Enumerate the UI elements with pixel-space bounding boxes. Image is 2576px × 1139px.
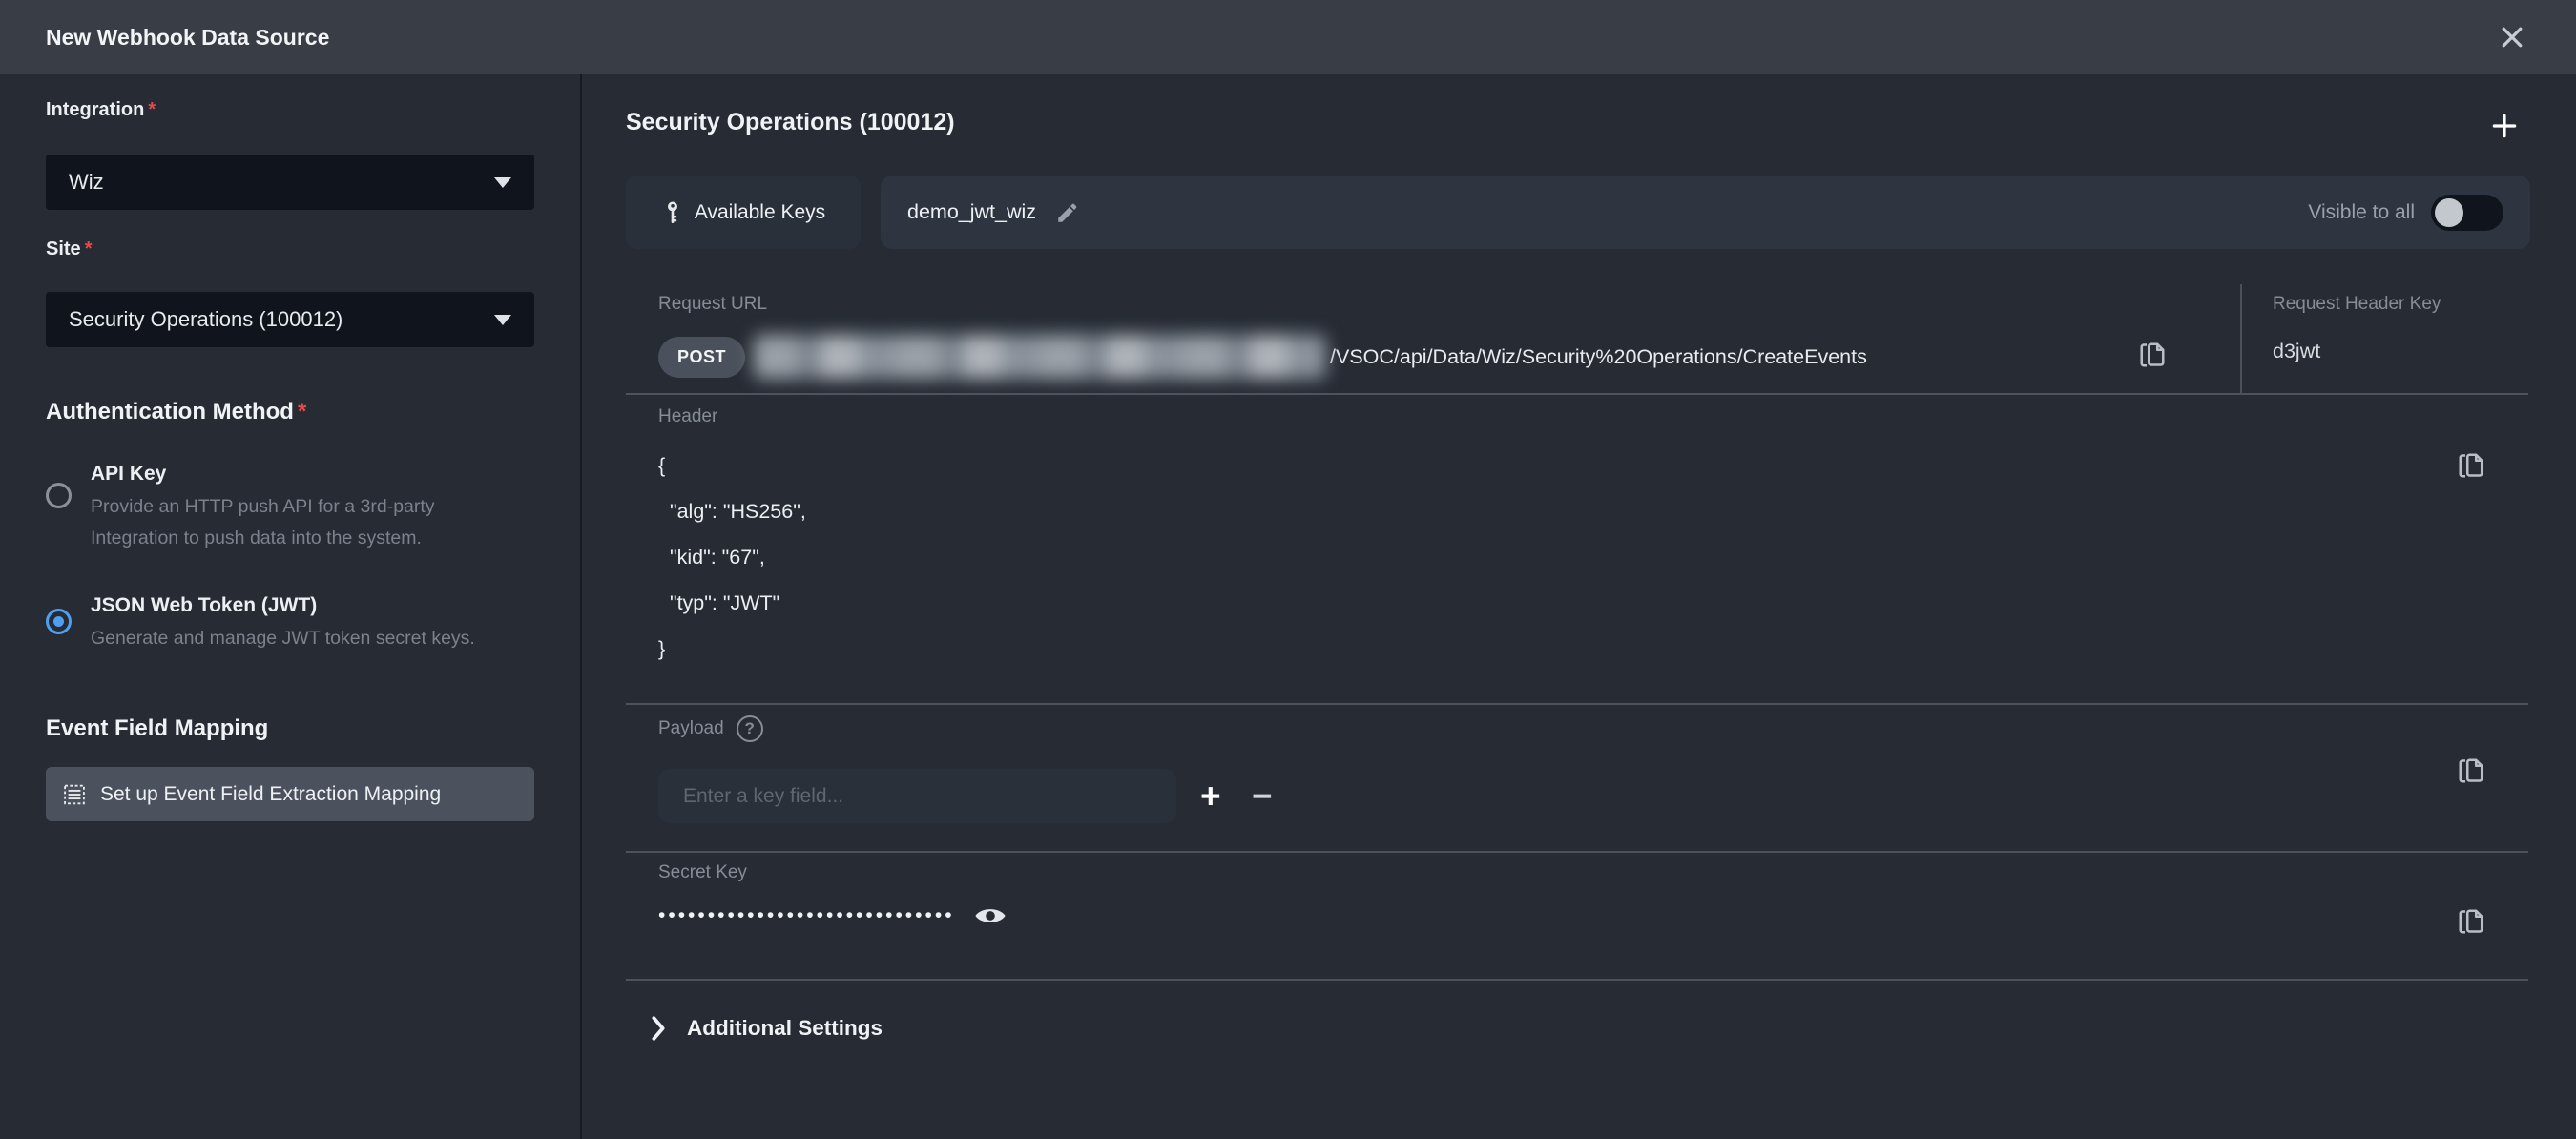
secret-key-row: •••••••••••••••••••••••••••••• [658,893,1007,939]
json-line: "typ": "JWT" [658,580,806,626]
help-icon[interactable]: ? [737,715,763,742]
required-marker: * [298,399,306,425]
radio-dot [53,616,64,627]
auth-option-api-key[interactable]: API Key Provide an HTTP push API for a 3… [46,460,523,554]
setup-button-label: Set up Event Field Extraction Mapping [100,783,441,806]
chevron-down-icon [494,315,511,325]
jwt-header-json: { "alg": "HS256", "kid": "67", "typ": "J… [658,443,806,672]
available-keys-tab[interactable]: Available Keys [626,176,861,249]
reveal-secret-eye-icon[interactable] [974,904,1007,927]
request-url-path: /VSOC/api/Data/Wiz/Security%20Operations… [1330,345,1867,369]
http-method-badge: POST [658,337,745,378]
webhook-detail-panel: Security Operations (100012) Available K… [582,74,2576,1139]
chevron-right-icon [651,1015,666,1042]
auth-option-title: JSON Web Token (JWT) [91,591,475,620]
integration-select-value: Wiz [69,170,104,195]
json-line: } [658,626,806,672]
site-select[interactable]: Security Operations (100012) [46,292,534,347]
authentication-method-heading: Authentication Method* [46,399,306,425]
secret-key-label: Secret Key [658,862,747,883]
integration-select[interactable]: Wiz [46,155,534,210]
section-divider [626,851,2528,853]
site-select-value: Security Operations (100012) [69,307,343,332]
visible-to-all-toggle[interactable] [2431,195,2503,231]
close-icon[interactable] [2494,19,2530,55]
table-grid-icon [61,781,88,808]
visible-to-all-label: Visible to all [2308,201,2415,224]
payload-key-field-input[interactable] [658,769,1176,823]
request-section-divider [2240,284,2242,395]
copy-secret-key-icon[interactable] [2454,904,2488,939]
copy-request-url-icon[interactable] [2135,338,2170,372]
add-key-icon[interactable] [2485,107,2524,145]
auth-option-jwt[interactable]: JSON Web Token (JWT) Generate and manage… [46,591,523,654]
chevron-down-icon [494,177,511,188]
key-icon [661,200,684,225]
jwt-header-label: Header [658,406,717,427]
masked-secret-value: •••••••••••••••••••••••••••••• [658,904,955,927]
copy-payload-icon[interactable] [2454,754,2488,788]
toggle-knob [2435,198,2463,227]
additional-settings-label: Additional Settings [687,1016,883,1041]
json-line: "alg": "HS256", [658,488,806,534]
request-header-key-label: Request Header Key [2273,294,2441,315]
new-webhook-data-source-dialog: New Webhook Data Source Integration* Wiz… [0,0,2576,1139]
section-divider [626,703,2528,705]
config-sidebar: Integration* Wiz Site* Security Operatio… [0,74,580,1139]
edit-key-name-icon[interactable] [1055,200,1080,225]
event-field-mapping-heading: Event Field Mapping [46,715,268,742]
additional-settings-expander[interactable]: Additional Settings [651,1015,883,1042]
request-header-key-value: d3jwt [2273,340,2320,363]
required-marker: * [148,99,156,120]
remove-payload-field-button[interactable]: − [1252,769,1273,823]
radio-selected-icon[interactable] [46,609,72,634]
dialog-titlebar: New Webhook Data Source [0,0,2576,74]
request-url-row: POST /VSOC/api/Data/Wiz/Security%20Opera… [658,332,1867,382]
request-url-label: Request URL [658,294,767,315]
integration-label: Integration* [46,99,156,121]
copy-header-icon[interactable] [2454,448,2488,483]
section-divider [626,393,2528,395]
dialog-title: New Webhook Data Source [46,25,329,51]
auth-option-title: API Key [91,460,523,488]
add-payload-field-button[interactable]: + [1200,769,1221,823]
payload-label-row: Payload ? [658,715,763,742]
visibility-control: Visible to all [2308,195,2503,231]
radio-unselected-icon[interactable] [46,483,72,508]
auth-option-description: Provide an HTTP push API for a 3rd-party… [91,491,523,554]
site-label: Site* [46,238,92,260]
active-key-bar: demo_jwt_wiz Visible to all [881,176,2530,249]
active-key-name: demo_jwt_wiz [907,200,1036,224]
redacted-url-host [754,335,1326,379]
setup-event-field-extraction-mapping-button[interactable]: Set up Event Field Extraction Mapping [46,767,534,821]
available-keys-label: Available Keys [695,201,825,224]
section-divider [626,979,2528,981]
auth-option-description: Generate and manage JWT token secret key… [91,623,475,654]
json-line: { [658,443,806,488]
required-marker: * [85,238,93,259]
site-panel-title: Security Operations (100012) [626,109,955,136]
json-line: "kid": "67", [658,534,806,580]
payload-label: Payload [658,718,724,739]
